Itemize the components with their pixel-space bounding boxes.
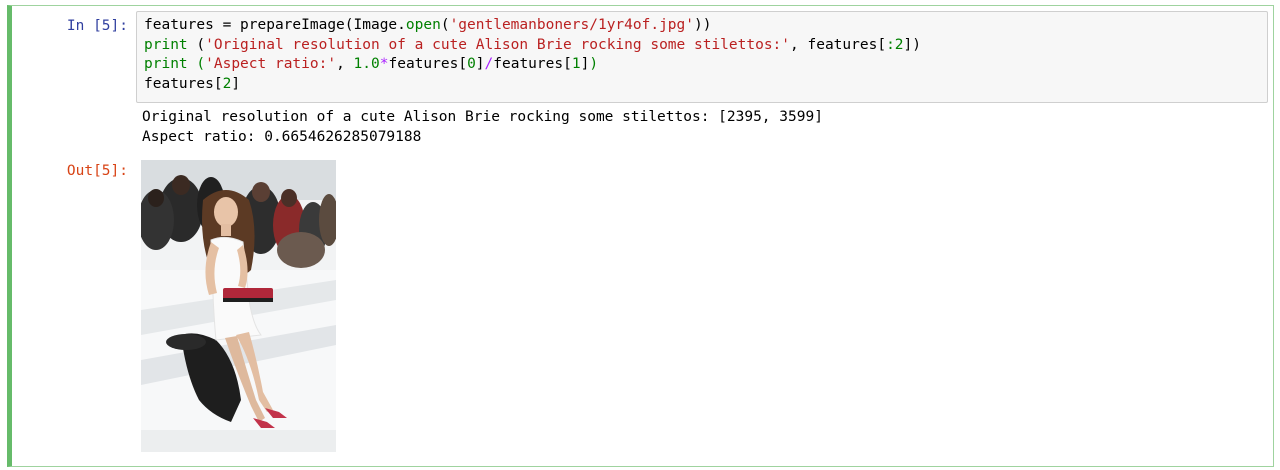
code-line[interactable]: print ('Original resolution of a cute Al… <box>144 36 1267 56</box>
stdout-line: Original resolution of a cute Alison Bri… <box>142 109 823 125</box>
code-token: 1.0 <box>353 56 380 72</box>
code-token: , <box>336 56 354 72</box>
code-token: ( <box>187 56 206 72</box>
code-token: 'gentlemanboners/1yr4of.jpg' <box>449 17 694 33</box>
code-token: ( <box>440 17 450 33</box>
code-token: )) <box>694 17 712 33</box>
photo-image <box>141 160 336 452</box>
code-line[interactable]: print ('Aspect ratio:', 1.0*features[0]/… <box>144 55 1267 75</box>
code-token: 1 <box>571 56 581 72</box>
output-image <box>141 160 336 452</box>
code-token: ]) <box>903 36 921 53</box>
stdout-output: Original resolution of a cute Alison Bri… <box>142 108 1242 147</box>
code-line[interactable]: features = prepareImage(Image.open('gent… <box>144 16 1267 36</box>
code-token: 'Aspect ratio:' <box>205 56 337 72</box>
code-token: print <box>144 56 188 72</box>
input-prompt: In [5]: <box>66 18 128 34</box>
code-token: features[ <box>388 56 468 72</box>
stdout-line: Aspect ratio: 0.6654626285079188 <box>142 128 422 145</box>
code-token: features[ <box>144 75 223 92</box>
code-token: 0 <box>467 56 476 72</box>
code-token: features[ <box>493 56 572 72</box>
code-token: 2 <box>222 75 232 92</box>
code-token: ) <box>589 56 599 72</box>
code-token: 'Original resolution of a cute Alison Br… <box>205 36 791 53</box>
code-editor[interactable]: features = prepareImage(Image.open('gent… <box>136 11 1268 103</box>
code-token: open <box>405 17 441 33</box>
output-prompt: Out[5]: <box>66 163 128 179</box>
code-token: ] <box>580 56 590 72</box>
code-line[interactable]: features[2] <box>144 75 1267 95</box>
code-token: ] <box>475 56 485 72</box>
code-token: , features[ <box>790 36 887 53</box>
code-token: ] <box>231 75 241 92</box>
code-token: ( <box>187 36 206 53</box>
code-token: / <box>484 56 494 72</box>
code-token: :2 <box>886 36 904 53</box>
code-token: features = prepareImage(Image. <box>144 17 406 33</box>
code-token: print <box>144 36 188 53</box>
